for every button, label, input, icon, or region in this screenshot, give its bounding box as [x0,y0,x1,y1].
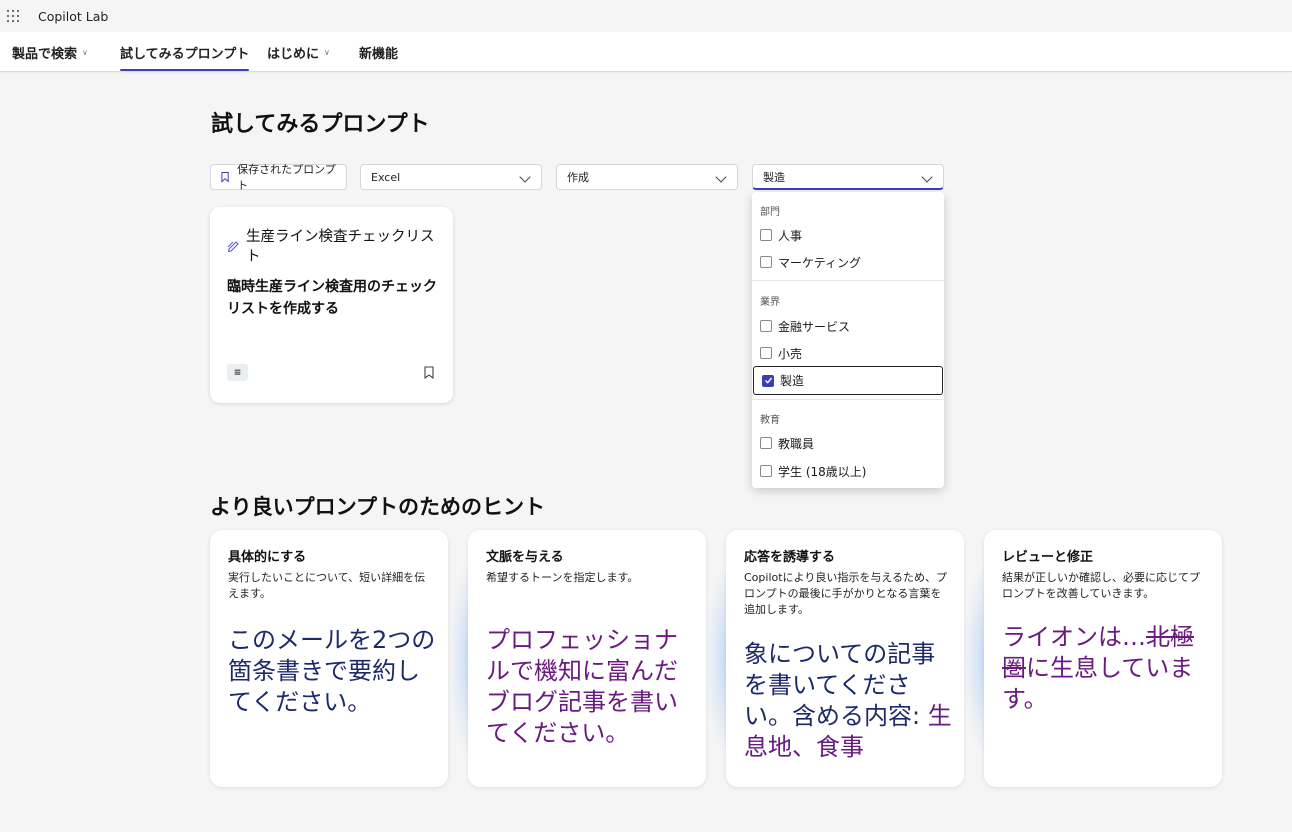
chevron-down-icon [519,171,531,183]
tip-example: 象についての記事を書いてください。含める内容: 生息地、食事 [744,640,952,761]
option-faculty[interactable]: 教職員 [752,430,944,456]
checkbox[interactable] [760,465,772,477]
checkbox[interactable] [760,320,772,332]
tip-example: ライオンは…北極圏に生息しています。 [1002,623,1194,713]
tip-title: 具体的にする [228,550,307,565]
option-manufacturing[interactable]: 製造 [753,366,943,395]
industry-dropdown-menu: 部門 人事 マーケティング 業界 金融サービス 小売 製造 教育 教職員 学生 … [752,192,944,488]
saved-prompts-button[interactable]: 保存されたプロンプト [210,163,347,192]
nav-item-try-prompts[interactable]: 試してみるプロンプト [120,32,250,72]
option-financial-services[interactable]: 金融サービス [752,313,944,339]
pen-icon [227,241,239,252]
tip-title: 文脈を与える [486,550,564,565]
prompt-card[interactable]: 生産ライン検査チェックリスト 臨時生産ライン検査用のチェックリストを作成する ≡ [210,207,453,403]
excel-icon: ≡ [227,364,248,381]
tip-description: 実行したいことについて、短い詳細を伝えます。 [228,571,426,600]
app-launcher-icon[interactable] [6,9,20,23]
checkbox[interactable] [760,437,772,449]
main-nav: 製品で検索 ∨ 試してみるプロンプト はじめに ∨ 新機能 [0,32,1292,72]
nav-item-get-started[interactable]: はじめに ∨ [267,32,330,72]
tip-card: 応答を誘導する Copilotにより良い指示を与えるため、プロンプトの最後に手が… [726,530,964,787]
tips-section-title: より良いプロンプトのためのヒント [210,495,545,519]
tip-card: 具体的にする 実行したいことについて、短い詳細を伝えます。 このメールを2つの箇… [210,530,448,787]
option-hr[interactable]: 人事 [752,222,944,248]
tip-title: レビューと修正 [1002,550,1094,565]
checkbox[interactable] [760,347,772,359]
divider [752,399,944,400]
prompt-card-title: 生産ライン検査チェックリスト [246,229,435,265]
bookmark-icon [221,171,229,183]
tip-description: 希望するトーンを指定します。 [486,571,639,584]
group-label: 教育 [760,415,780,426]
group-label: 業界 [760,297,780,308]
chevron-down-icon: ∨ [82,47,88,57]
nav-item-search-by-product[interactable]: 製品で検索 ∨ [12,32,88,72]
option-students[interactable]: 学生 (18歳以上) [752,458,944,484]
industry-filter-select[interactable]: 製造 [752,164,944,190]
checkbox-checked[interactable] [762,374,774,387]
checkbox[interactable] [760,256,772,268]
chevron-down-icon [921,171,933,183]
app-filter-select[interactable]: Excel [360,164,542,190]
page-title: 試してみるプロンプト [211,112,430,137]
tip-card: レビューと修正 結果が正しいか確認し、必要に応じてプロンプトを改善していきます。… [984,530,1222,787]
tip-title: 応答を誘導する [744,550,836,565]
option-marketing[interactable]: マーケティング [752,249,944,275]
check-icon [764,377,772,384]
bookmark-icon[interactable] [424,366,434,379]
tip-example: プロフェッショナルで機知に富んだブログ記事を書いてください。 [486,626,678,747]
option-retail[interactable]: 小売 [752,340,944,366]
divider [752,280,944,281]
tip-description: 結果が正しいか確認し、必要に応じてプロンプトを改善していきます。 [1002,571,1200,600]
chevron-down-icon [715,171,727,183]
tip-card: 文脈を与える 希望するトーンを指定します。 プロフェッショナルで機知に富んだブロ… [468,530,706,787]
checkbox[interactable] [760,229,772,241]
top-bar: Copilot Lab [0,0,1292,32]
action-filter-select[interactable]: 作成 [556,164,738,190]
app-title: Copilot Lab [38,8,109,24]
tip-example: このメールを2つの箇条書きで要約してください。 [228,626,436,716]
prompt-card-description: 臨時生産ライン検査用のチェックリストを作成する [227,279,437,317]
group-label: 部門 [760,207,780,218]
chevron-down-icon: ∨ [324,47,330,57]
nav-item-whats-new[interactable]: 新機能 [359,32,398,72]
tip-description: Copilotにより良い指示を与えるため、プロンプトの最後に手がかりとなる言葉を… [744,571,947,616]
